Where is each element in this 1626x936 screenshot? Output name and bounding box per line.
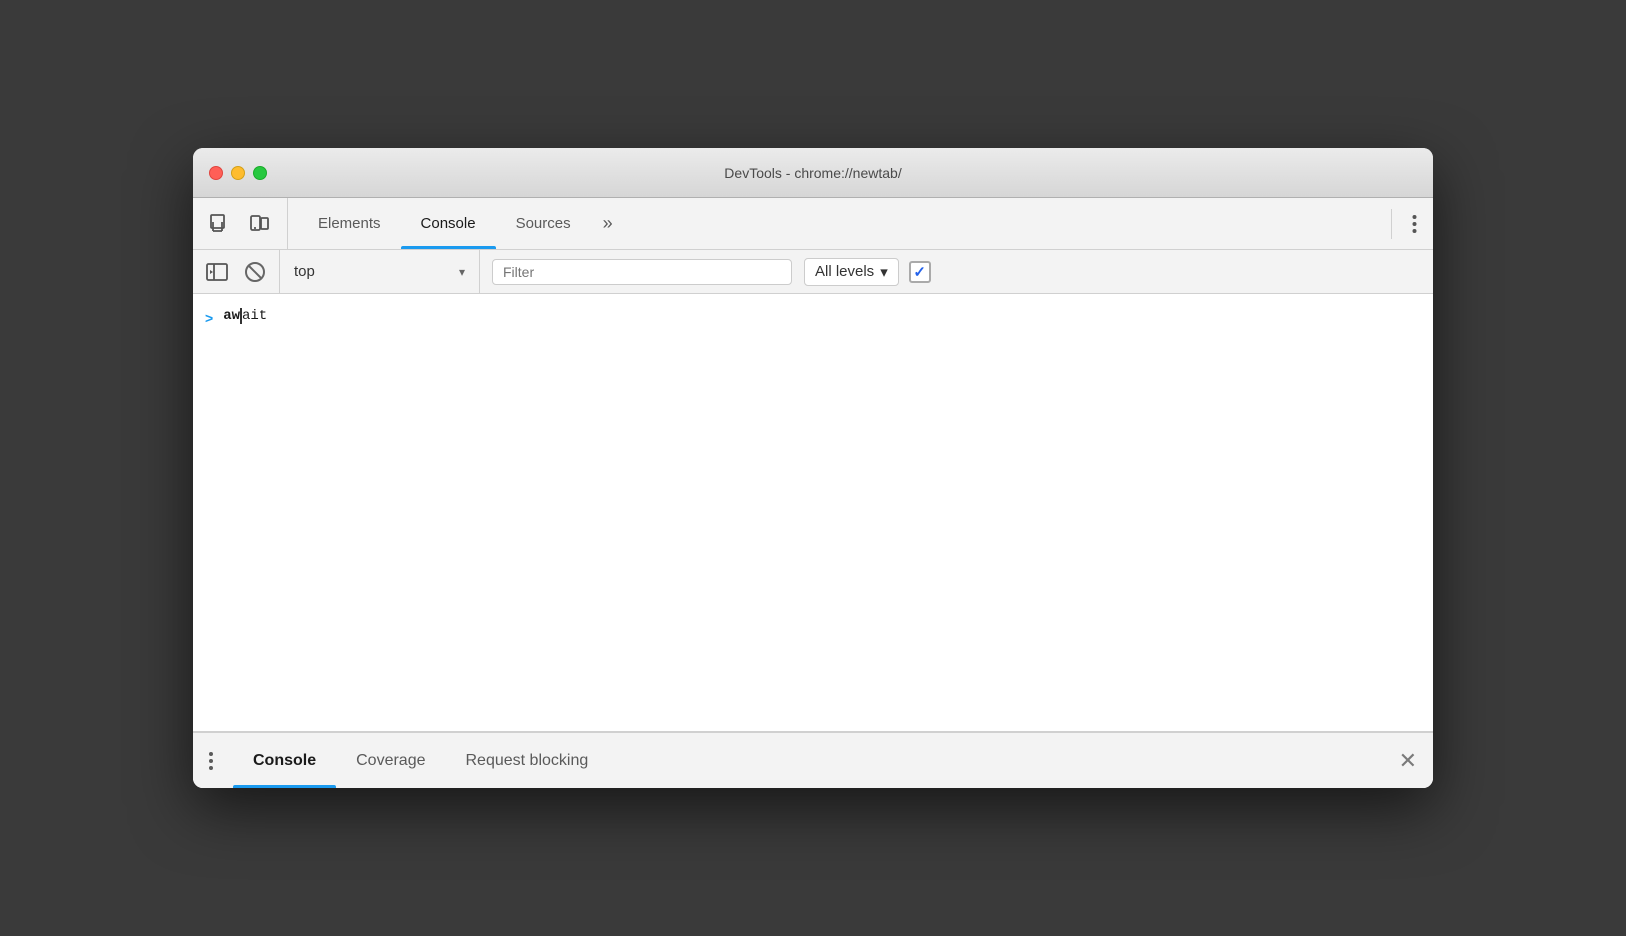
top-frame-selector[interactable]: top ▾ xyxy=(280,250,480,293)
bottom-tab-request-blocking[interactable]: Request blocking xyxy=(446,733,609,788)
devtools-container: Elements Console Sources » xyxy=(193,198,1433,788)
console-content: > await xyxy=(193,294,1433,732)
top-toolbar: Elements Console Sources » xyxy=(193,198,1433,250)
toolbar-divider xyxy=(1391,209,1392,239)
tabs-nav: Elements Console Sources » xyxy=(288,198,1387,249)
inspect-element-icon[interactable] xyxy=(207,211,233,237)
title-bar: DevTools - chrome://newtab/ xyxy=(193,148,1433,198)
show-sidebar-icon[interactable] xyxy=(203,258,231,286)
bottom-close-button[interactable]: ✕ xyxy=(1383,733,1433,788)
console-entry: > await xyxy=(193,302,1433,334)
traffic-lights xyxy=(209,166,267,180)
log-level-checkbox[interactable]: ✓ xyxy=(909,261,931,283)
bottom-tab-console[interactable]: Console xyxy=(233,733,336,788)
filter-section: All levels ▾ ✓ xyxy=(480,250,1433,293)
devtools-window: DevTools - chrome://newtab/ xyxy=(193,148,1433,788)
console-normal-text: ait xyxy=(242,308,267,324)
clear-console-icon[interactable] xyxy=(241,258,269,286)
bottom-tabs: Console Coverage Request blocking xyxy=(229,733,1383,788)
console-icon-group xyxy=(193,250,280,293)
console-bold-text: aw xyxy=(223,308,240,324)
console-chevron[interactable]: > xyxy=(205,310,213,326)
toolbar-menu-button[interactable] xyxy=(1396,198,1433,249)
more-tabs-button[interactable]: » xyxy=(591,198,625,249)
console-toolbar: top ▾ All levels ▾ ✓ xyxy=(193,250,1433,294)
bottom-menu-button[interactable] xyxy=(193,733,229,788)
tab-console[interactable]: Console xyxy=(401,198,496,249)
close-button[interactable] xyxy=(209,166,223,180)
bottom-panel: Console Coverage Request blocking ✕ xyxy=(193,732,1433,788)
all-levels-dropdown[interactable]: All levels ▾ xyxy=(804,258,899,286)
bottom-tab-coverage[interactable]: Coverage xyxy=(336,733,445,788)
top-frame-arrow: ▾ xyxy=(459,265,465,279)
toolbar-icon-group xyxy=(193,198,288,249)
all-levels-arrow: ▾ xyxy=(880,263,888,281)
top-frame-value: top xyxy=(294,263,315,280)
filter-input[interactable] xyxy=(492,259,792,285)
minimize-button[interactable] xyxy=(231,166,245,180)
tab-sources[interactable]: Sources xyxy=(496,198,591,249)
device-toolbar-icon[interactable] xyxy=(247,211,273,237)
all-levels-label: All levels xyxy=(815,263,874,280)
window-title: DevTools - chrome://newtab/ xyxy=(724,165,901,181)
console-code: await xyxy=(223,308,267,324)
tab-elements[interactable]: Elements xyxy=(298,198,401,249)
maximize-button[interactable] xyxy=(253,166,267,180)
